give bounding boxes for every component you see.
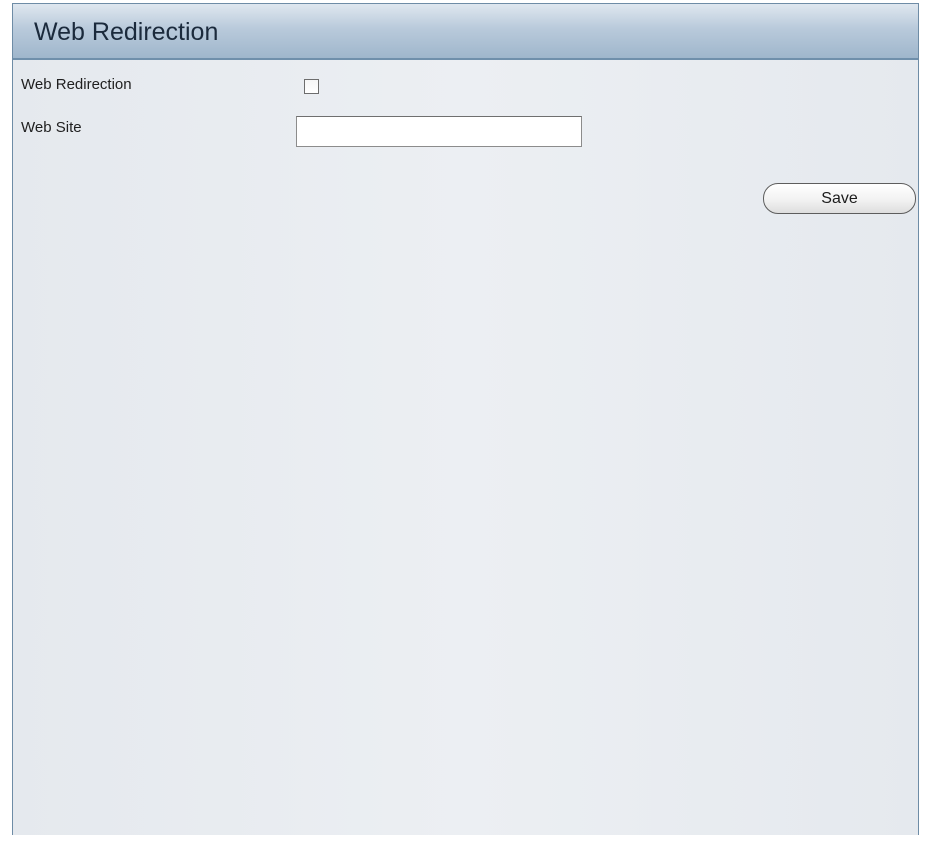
web-redirection-label: Web Redirection [21, 76, 132, 93]
panel-header: Web Redirection [13, 4, 918, 60]
form-body: Web Redirection Web Site Save [13, 60, 918, 835]
page-title: Web Redirection [34, 18, 219, 46]
save-button[interactable]: Save [763, 183, 916, 214]
web-site-label: Web Site [21, 119, 82, 136]
web-redirection-panel: Web Redirection Web Redirection Web Site… [12, 3, 919, 835]
web-site-input[interactable] [296, 116, 582, 147]
web-redirection-checkbox[interactable] [304, 79, 319, 94]
